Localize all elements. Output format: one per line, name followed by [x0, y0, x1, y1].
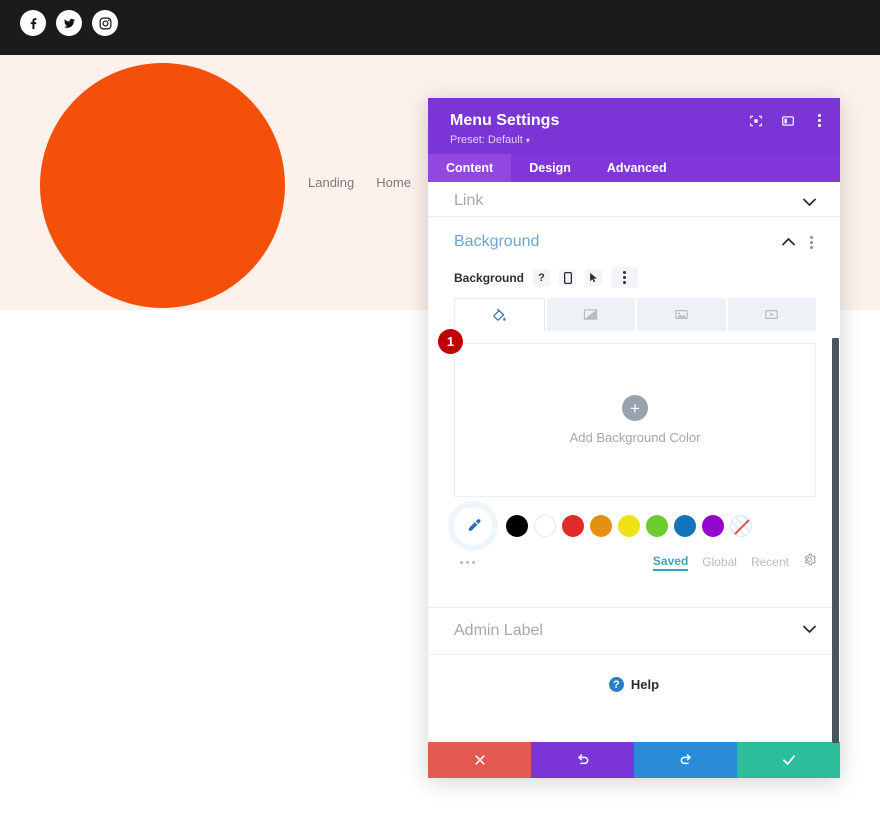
section-background-controls: [782, 233, 818, 251]
palette-footer: Saved Global Recent: [460, 553, 816, 571]
section-link-label: Link: [454, 192, 483, 210]
eyedropper-icon[interactable]: [454, 507, 492, 545]
palette-tab-saved[interactable]: Saved: [653, 554, 688, 571]
section-link[interactable]: Link: [428, 182, 840, 217]
background-field-label-row: Background ?: [428, 261, 840, 298]
plus-icon[interactable]: +: [622, 395, 648, 421]
annotation-badge-1: 1: [438, 329, 463, 354]
hover-cursor-icon[interactable]: [585, 269, 602, 286]
add-background-color-label: Add Background Color: [570, 430, 701, 445]
social-links: [20, 10, 118, 36]
swatch-green[interactable]: [646, 515, 668, 537]
section-background-title: Background: [454, 233, 539, 251]
field-options-icon[interactable]: [611, 267, 638, 288]
section-admin-label[interactable]: Admin Label: [428, 607, 840, 655]
background-image-tab[interactable]: [637, 298, 726, 331]
help-label: Help: [631, 677, 659, 692]
undo-button[interactable]: [531, 742, 634, 778]
site-nav-menu: Landing Home A: [308, 175, 442, 190]
more-options-icon[interactable]: [813, 112, 826, 129]
help-link[interactable]: ? Help: [428, 655, 840, 692]
section-admin-label-text: Admin Label: [454, 622, 543, 640]
twitter-icon[interactable]: [56, 10, 82, 36]
preset-selector[interactable]: Preset: Default ▾: [450, 134, 822, 146]
palette-tabs: Saved Global Recent: [653, 553, 816, 571]
layout-panel-icon[interactable]: [781, 114, 795, 128]
swatch-yellow[interactable]: [618, 515, 640, 537]
swatch-white[interactable]: [534, 515, 556, 537]
hero-circle-graphic: [40, 63, 285, 308]
modal-scrollbar[interactable]: [832, 338, 839, 743]
help-icon[interactable]: ?: [533, 269, 550, 286]
redo-button[interactable]: [634, 742, 737, 778]
background-type-tabs: [454, 298, 816, 331]
modal-header-actions: [749, 112, 826, 129]
chevron-down-icon: [803, 198, 816, 210]
swatch-orange[interactable]: [590, 515, 612, 537]
background-video-tab[interactable]: [728, 298, 817, 331]
tab-content[interactable]: Content: [428, 154, 511, 182]
site-top-bar: [0, 0, 880, 55]
modal-footer: [428, 742, 840, 778]
nav-item-home[interactable]: Home: [376, 175, 411, 190]
chevron-down-icon: [803, 625, 816, 637]
preset-label: Preset: Default: [450, 134, 523, 146]
chevron-up-icon[interactable]: [782, 233, 795, 251]
background-field-label: Background: [454, 271, 524, 285]
modal-header: Menu Settings Preset: Default ▾: [428, 98, 840, 154]
facebook-icon[interactable]: [20, 10, 46, 36]
palette-tab-recent[interactable]: Recent: [751, 555, 789, 569]
menu-settings-modal: Menu Settings Preset: Default ▾ Content: [428, 98, 840, 778]
swatch-blue[interactable]: [674, 515, 696, 537]
swatch-transparent[interactable]: [730, 515, 752, 537]
modal-tabs: Content Design Advanced: [428, 154, 840, 182]
swatch-black[interactable]: [506, 515, 528, 537]
save-button[interactable]: [737, 742, 840, 778]
background-color-tab[interactable]: [454, 298, 545, 331]
help-icon: ?: [609, 677, 624, 692]
modal-body: Link Background Background ?: [428, 182, 840, 742]
palette-tab-global[interactable]: Global: [702, 555, 737, 569]
nav-item-landing[interactable]: Landing: [308, 175, 354, 190]
section-options-icon[interactable]: [805, 234, 818, 251]
color-swatch-row: [454, 507, 840, 545]
instagram-icon[interactable]: [92, 10, 118, 36]
swatch-red[interactable]: [562, 515, 584, 537]
tab-advanced[interactable]: Advanced: [589, 154, 685, 182]
cancel-button[interactable]: [428, 742, 531, 778]
tab-design[interactable]: Design: [511, 154, 589, 182]
swatch-purple[interactable]: [702, 515, 724, 537]
more-colors-icon[interactable]: [460, 561, 475, 564]
background-gradient-tab[interactable]: [547, 298, 636, 331]
focus-icon[interactable]: [749, 114, 763, 128]
chevron-down-icon: ▾: [526, 136, 530, 145]
section-background-header[interactable]: Background: [428, 217, 840, 261]
responsive-mobile-icon[interactable]: [559, 269, 576, 286]
add-background-color-panel[interactable]: 1 + Add Background Color: [454, 343, 816, 497]
palette-settings-gear-icon[interactable]: [803, 553, 816, 571]
